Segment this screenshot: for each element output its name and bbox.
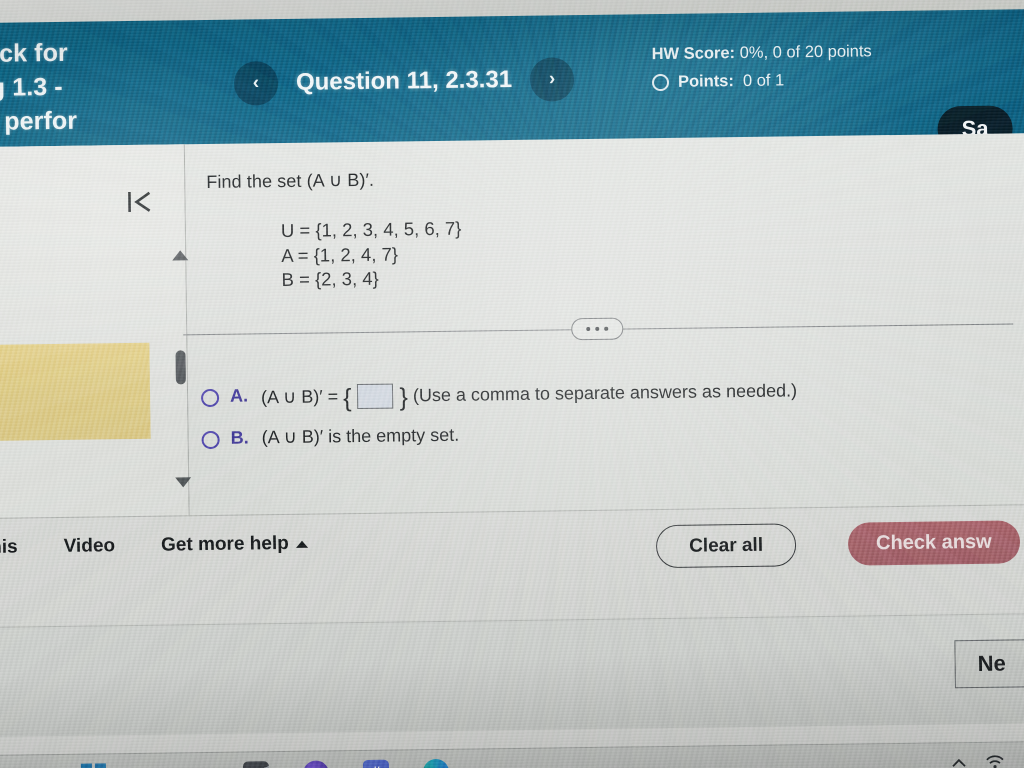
caret-up-icon bbox=[295, 540, 308, 548]
get-more-help-link[interactable]: Get more help bbox=[161, 533, 308, 557]
check-answer-button[interactable]: Check answ bbox=[847, 520, 1020, 566]
hw-score-label: HW Score: bbox=[651, 44, 736, 64]
choice-a-expression: (A ∪ B)′ = bbox=[260, 386, 339, 408]
highlighted-text-block bbox=[0, 342, 151, 442]
answer-choice-a[interactable]: A. (A ∪ B)′ = { } (Use a comma to separa… bbox=[200, 378, 798, 412]
choice-letter-b: B. bbox=[230, 427, 249, 448]
choice-a-instruction: (Use a comma to separate answers as need… bbox=[412, 380, 798, 406]
choice-a-open-brace: { bbox=[343, 383, 352, 412]
windows-start-icon[interactable] bbox=[80, 763, 106, 768]
footer-band: Ne bbox=[0, 612, 1024, 738]
choice-b-expression: (A ∪ B)′ is the empty set. bbox=[261, 424, 460, 448]
choice-text-b: (A ∪ B)′ is the empty set. bbox=[261, 425, 459, 449]
solve-this-link[interactable]: e this bbox=[0, 537, 18, 560]
scroll-down-arrow-icon[interactable] bbox=[175, 477, 192, 488]
solve-this-label: e this bbox=[0, 536, 18, 559]
chevron-right-icon: › bbox=[548, 68, 556, 90]
question-workspace: t : Find the set (A ∪ B)′. bbox=[0, 132, 1024, 523]
hw-score-row: HW Score: 0%, 0 of 20 points bbox=[651, 39, 901, 67]
answer-choices: A. (A ∪ B)′ = { } (Use a comma to separa… bbox=[200, 378, 798, 466]
next-question-button[interactable]: › bbox=[529, 57, 575, 102]
taskbar-left-group: Search # bbox=[80, 758, 450, 768]
question-content: Find the set (A ∪ B)′. U = {1, 2, 3, 4, … bbox=[183, 133, 1024, 519]
radio-button-b[interactable] bbox=[201, 430, 220, 450]
given-sets: U = {1, 2, 3, 4, 5, 6, 7} A = {1, 2, 4, … bbox=[280, 217, 462, 291]
points-row: Points: 0 of 1 bbox=[651, 67, 902, 95]
radio-button-a[interactable] bbox=[200, 388, 220, 408]
scroll-up-arrow-icon[interactable] bbox=[172, 250, 189, 261]
scrollbar-thumb[interactable] bbox=[175, 350, 186, 385]
wifi-icon[interactable] bbox=[985, 754, 1005, 768]
more-options-dots-icon[interactable] bbox=[571, 317, 624, 341]
left-panel-scrollbar[interactable] bbox=[168, 144, 192, 519]
points-label: Points: bbox=[677, 72, 735, 91]
show-hidden-icons-chevron[interactable] bbox=[951, 756, 967, 768]
purple-app-icon[interactable] bbox=[302, 759, 330, 768]
score-summary: HW Score: 0%, 0 of 20 points Points: 0 o… bbox=[651, 39, 902, 95]
video-label: Video bbox=[63, 535, 116, 557]
hw-score-value: 0%, 0 of 20 points bbox=[739, 42, 872, 63]
get-more-help-label: Get more help bbox=[160, 532, 289, 556]
left-panel: t : bbox=[0, 144, 192, 523]
system-tray bbox=[951, 753, 1024, 768]
photographed-screen: Check for ding 1.3 - and perfor ‹ Questi… bbox=[0, 0, 1024, 768]
points-status-circle-icon bbox=[651, 73, 670, 92]
question-prompt: Find the set (A ∪ B)′. bbox=[206, 169, 375, 193]
windows-taskbar: Search # bbox=[0, 740, 1024, 768]
help-action-bar: e this Video Get more help Clear all Che… bbox=[0, 503, 1024, 631]
question-header-bar: Check for ding 1.3 - and perfor ‹ Questi… bbox=[0, 8, 1024, 153]
assignment-title-line-3: and perfor bbox=[0, 106, 78, 137]
choice-letter-a: A. bbox=[229, 385, 249, 406]
collapse-panel-icon[interactable] bbox=[123, 185, 157, 219]
points-value: 0 of 1 bbox=[742, 71, 785, 90]
chevron-left-icon: ‹ bbox=[252, 72, 260, 94]
file-explorer-icon[interactable] bbox=[242, 760, 270, 768]
answer-input-a[interactable] bbox=[357, 383, 394, 410]
answer-choice-b[interactable]: B. (A ∪ B)′ is the empty set. bbox=[201, 420, 797, 450]
choice-a-close-brace: } bbox=[399, 382, 409, 411]
question-navigation: ‹ Question 11, 2.3.31 › bbox=[233, 57, 575, 106]
next-button[interactable]: Ne bbox=[954, 639, 1024, 689]
question-number-label: Question 11, 2.3.31 bbox=[295, 65, 513, 96]
teams-icon[interactable]: # bbox=[362, 759, 390, 768]
help-links-group: e this Video Get more help bbox=[0, 533, 308, 559]
edge-browser-icon[interactable] bbox=[422, 758, 450, 768]
choice-text-a: (A ∪ B)′ = { } (Use a comma to separate … bbox=[260, 378, 798, 412]
clear-all-button[interactable]: Clear all bbox=[655, 523, 797, 569]
teams-glyph: # bbox=[372, 764, 381, 768]
video-link[interactable]: Video bbox=[64, 535, 116, 558]
previous-question-button[interactable]: ‹ bbox=[233, 61, 279, 106]
